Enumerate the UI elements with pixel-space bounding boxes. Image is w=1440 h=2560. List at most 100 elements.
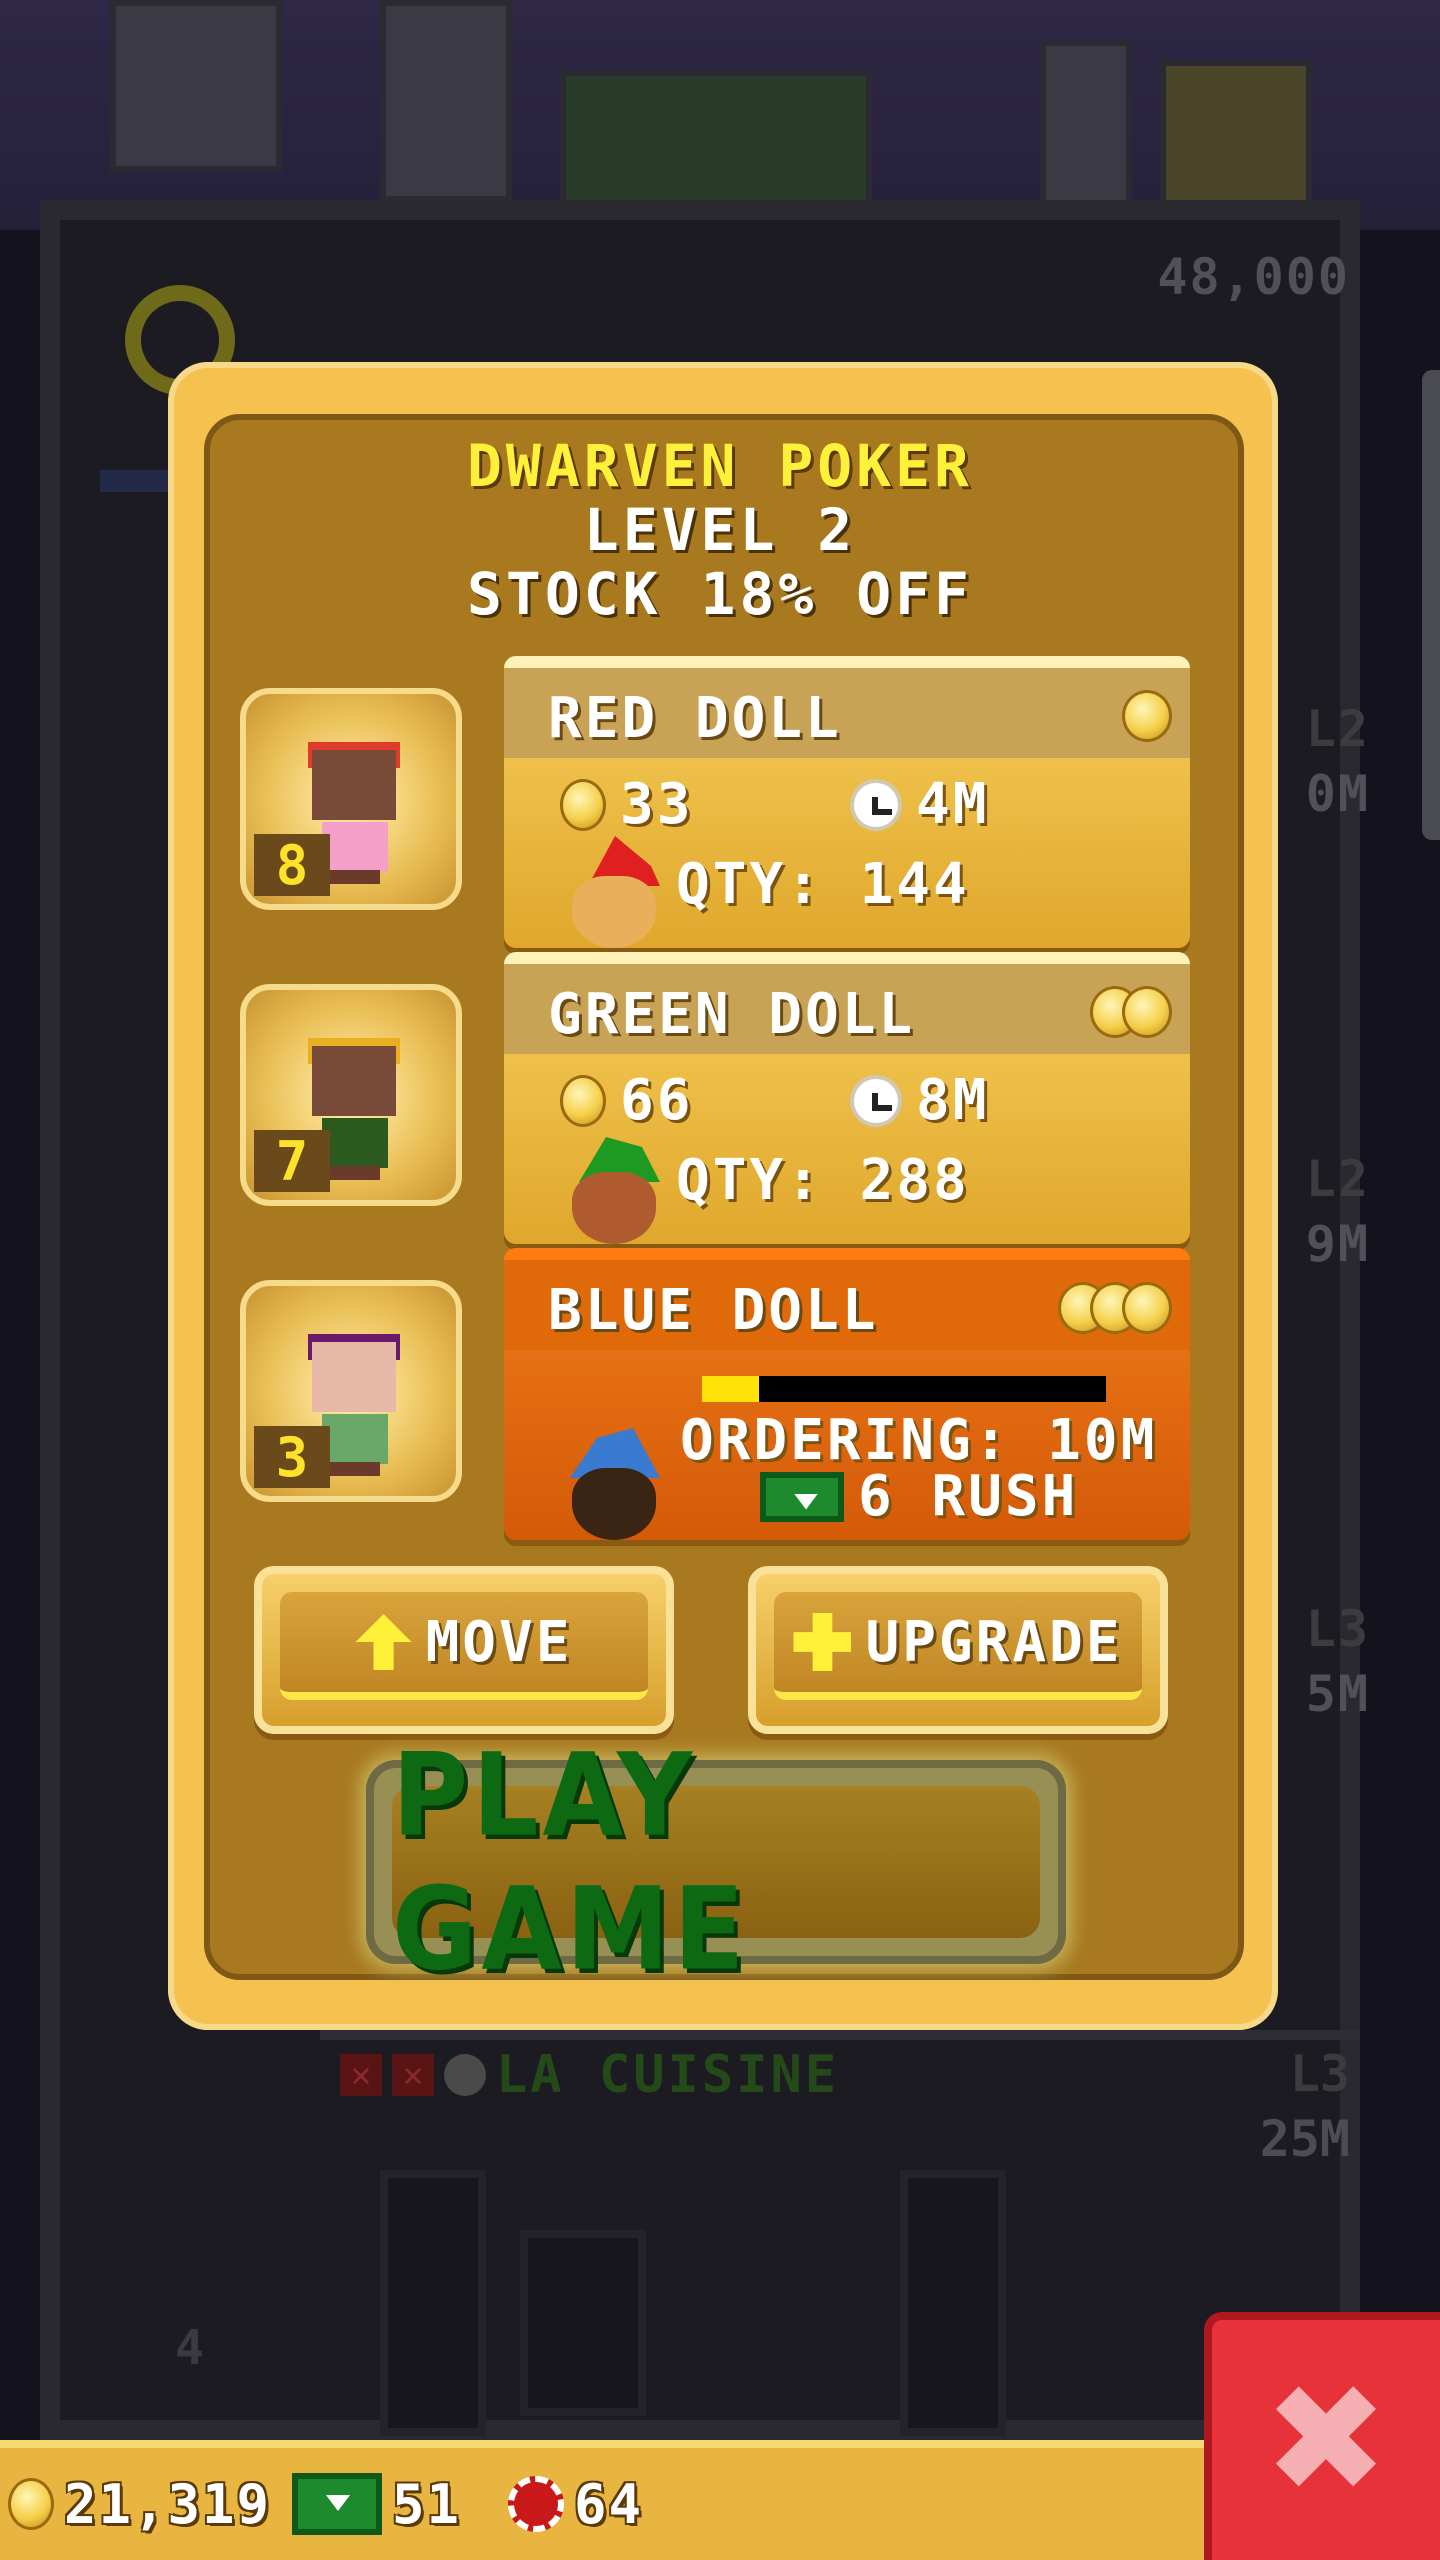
coin-icon [1122, 986, 1172, 1038]
chip-counter[interactable]: 64 [508, 2448, 643, 2560]
poker-chip-icon [508, 2476, 564, 2532]
worker-skill-badge: 3 [254, 1426, 330, 1489]
dwarf-icon [560, 1132, 670, 1244]
arrow-up-icon [355, 1614, 412, 1670]
dwarf-icon [560, 1428, 670, 1540]
coin-icon [560, 1074, 606, 1127]
floor-amount: 25M [1259, 2110, 1350, 2168]
close-icon: ✖ [1263, 2353, 1389, 2527]
room-door [380, 2170, 486, 2436]
avatar-shirt [322, 822, 388, 872]
business-level: LEVEL 2 [583, 496, 857, 564]
item-price: 66 [620, 1068, 694, 1133]
floor-level: L3 [1305, 1600, 1370, 1658]
item-name: BLUE DOLL [548, 1278, 879, 1343]
upgrade-label: UPGRADE [865, 1609, 1123, 1675]
coin-icon [560, 778, 606, 831]
floor-level: L2 [1305, 1150, 1370, 1208]
floor-divider [320, 2030, 1360, 2040]
floor-amount: 0M [1305, 765, 1370, 823]
floor-amount: 5M [1305, 1665, 1370, 1723]
play-game-button[interactable]: PLAY GAME [366, 1728, 1066, 1996]
worker-skill-badge: 8 [254, 834, 330, 897]
item-qty-label: QTY: 144 [676, 852, 970, 917]
dwarf-icon [560, 836, 670, 948]
stock-item-card[interactable]: GREEN DOLL 66 8M QTY: 288 [504, 952, 1190, 1244]
clock-icon [850, 1074, 902, 1127]
coin-counter[interactable]: 21,319 [8, 2448, 271, 2560]
x-icon: ✕ [392, 2054, 434, 2096]
coin-icon [1122, 1282, 1172, 1334]
floor-level: L3 [1289, 2045, 1350, 2103]
floor-number: 4 [175, 2320, 204, 2376]
tower-bux-icon [292, 2473, 382, 2535]
clock-icon [850, 778, 902, 831]
rooftop-building [560, 70, 872, 212]
avatar-face [312, 1046, 396, 1116]
rooftop-building [1040, 40, 1132, 212]
item-tier [1122, 690, 1172, 742]
bux-counter[interactable]: 51 [292, 2448, 461, 2560]
avatar-legs [330, 1166, 380, 1180]
rooftop-building [380, 0, 512, 202]
worker-skill-badge: 7 [254, 1130, 330, 1193]
avatar-shirt [322, 1118, 388, 1168]
item-qty-label: QTY: 288 [676, 1148, 970, 1213]
item-time-row: 8M [850, 1068, 989, 1133]
avatar-legs [330, 1462, 380, 1476]
order-progress-fill [702, 1376, 759, 1402]
upgrade-button[interactable]: UPGRADE [748, 1566, 1168, 1734]
dwarf-beard [572, 1468, 656, 1540]
floor-amount: 9M [1305, 1215, 1370, 1273]
item-time-row: 4M [850, 772, 989, 837]
item-price-row: 66 [560, 1068, 693, 1133]
item-name: GREEN DOLL [548, 982, 916, 1047]
item-tier [1090, 986, 1172, 1038]
play-game-label: PLAY GAME [392, 1727, 749, 1997]
dwarf-beard [572, 876, 656, 948]
coin-icon [8, 2478, 54, 2530]
room-window [900, 2170, 1006, 2436]
room-window [520, 2230, 646, 2416]
item-time: 4M [916, 772, 990, 837]
avatar-legs [330, 870, 380, 884]
floor-amount: 48,000 [1157, 248, 1350, 306]
close-button[interactable]: ✖ [1204, 2312, 1440, 2560]
coin-icon [1122, 690, 1172, 742]
stock-item-card-ordering[interactable]: BLUE DOLL ORDERING: 10M 6 RUSH [504, 1248, 1190, 1540]
item-price-row: 33 [560, 772, 693, 837]
clock-icon [444, 2054, 486, 2096]
move-label: MOVE [425, 1609, 573, 1675]
move-button-face: MOVE [280, 1592, 648, 1700]
floor-name: LA CUISINE [496, 2045, 840, 2105]
rooftop-building [110, 0, 282, 172]
stock-discount: STOCK 18% OFF [467, 560, 973, 628]
tower-bux-icon [760, 1471, 844, 1522]
item-time: 8M [916, 1068, 990, 1133]
dwarf-beard [572, 1172, 656, 1244]
worker-avatar[interactable]: 8 [240, 688, 462, 910]
bux-amount: 51 [392, 2472, 462, 2536]
rush-button[interactable]: 6 RUSH [760, 1464, 1078, 1529]
order-progress-bar [702, 1376, 1106, 1402]
chip-amount: 64 [574, 2472, 644, 2536]
x-icon: ✕ [340, 2054, 382, 2096]
rush-label: 6 RUSH [858, 1464, 1079, 1529]
rooftop-building [1160, 60, 1312, 212]
worker-avatar[interactable]: 7 [240, 984, 462, 1206]
item-qty: QTY: 288 [676, 1148, 970, 1213]
worker-avatar[interactable]: 3 [240, 1280, 462, 1502]
coin-amount: 21,319 [64, 2472, 272, 2536]
avatar-face [312, 1342, 396, 1412]
stock-item-card[interactable]: RED DOLL 33 4M QTY: 144 [504, 656, 1190, 948]
item-tier [1058, 1282, 1172, 1334]
floor-cuisine-header[interactable]: ✕ ✕ LA CUISINE [340, 2040, 839, 2110]
item-price: 33 [620, 772, 694, 837]
upgrade-button-face: UPGRADE [774, 1592, 1142, 1700]
item-name: RED DOLL [548, 686, 842, 751]
move-button[interactable]: MOVE [254, 1566, 674, 1734]
item-qty: QTY: 144 [676, 852, 970, 917]
avatar-face [312, 750, 396, 820]
avatar-shirt [322, 1414, 388, 1464]
play-game-button-face: PLAY GAME [392, 1728, 1040, 1996]
